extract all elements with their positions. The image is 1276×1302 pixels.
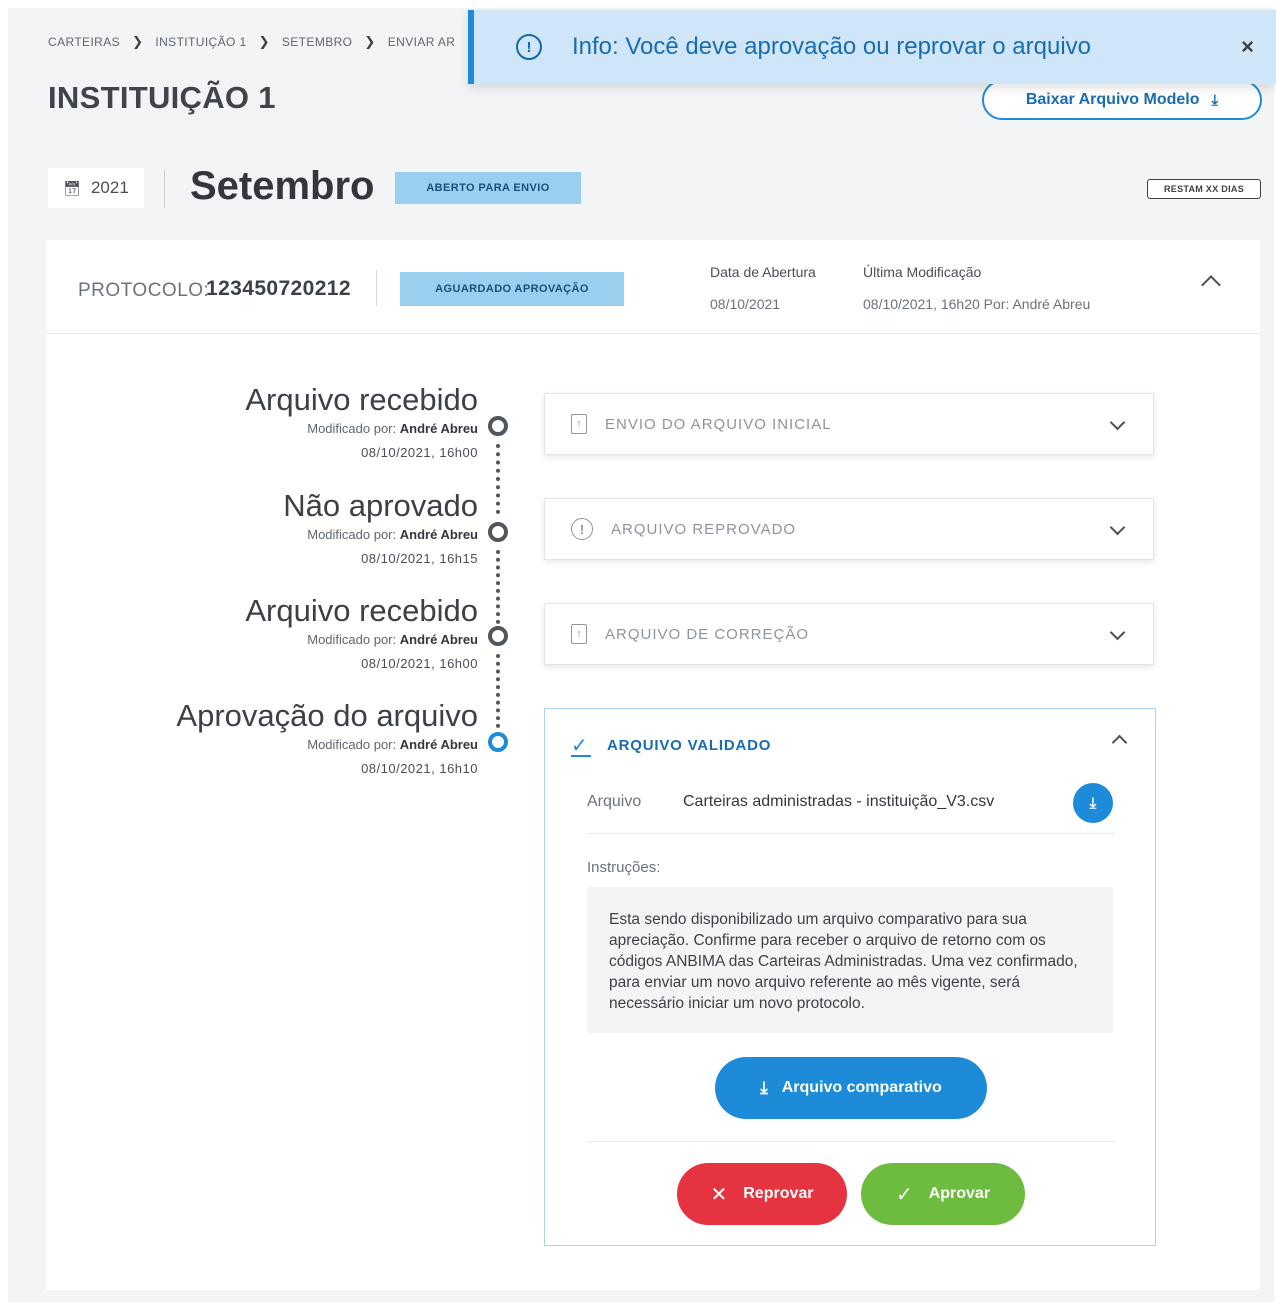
reject-button-label: Reprovar — [743, 1185, 814, 1202]
breadcrumb: CARTEIRAS ❯ INSTITUIÇÃO 1 ❯ SETEMBRO ❯ E… — [48, 34, 455, 50]
close-icon[interactable]: × — [1241, 34, 1254, 60]
timeline-modified-by: Modificado por: André Abreu — [307, 632, 478, 647]
timeline-item: Arquivo recebido Modificado por: André A… — [245, 382, 478, 460]
timeline-connector — [496, 550, 500, 624]
check-icon: ✓ — [895, 1183, 913, 1206]
chevron-up-icon[interactable] — [1111, 734, 1128, 751]
timeline-dot-active — [488, 732, 508, 752]
modified-label: Última Modificação — [863, 264, 982, 280]
instructions-text: Esta sendo disponibilizado um arquivo co… — [587, 887, 1113, 1033]
page-title: INSTITUIÇÃO 1 — [48, 80, 276, 115]
timeline-item: Aprovação do arquivo Modificado por: And… — [176, 698, 478, 776]
timeline-dot — [488, 416, 508, 436]
protocol-label: PROTOCOLO: — [78, 280, 210, 301]
divider — [587, 833, 1115, 834]
year-selector[interactable]: 📅︎ 2021 — [48, 168, 144, 208]
panel-label: ARQUIVO REPROVADO — [611, 520, 797, 538]
file-upload-icon: ↑ — [571, 624, 587, 644]
compare-file-button[interactable]: ⤓ Arquivo comparativo — [715, 1057, 987, 1119]
download-icon: ⤓ — [760, 1078, 768, 1097]
compare-button-label: Arquivo comparativo — [781, 1079, 942, 1096]
breadcrumb-enviar: ENVIAR AR — [387, 35, 456, 49]
modified-value: 08/10/2021, 16h20 Por: André Abreu — [863, 296, 1091, 312]
timeline-dot — [488, 522, 508, 542]
month-title: Setembro — [190, 164, 375, 208]
timeline-date: 08/10/2021, 16h00 — [361, 656, 478, 671]
info-icon: ! — [516, 34, 542, 60]
timeline-title: Não aprovado — [283, 488, 478, 523]
protocol-number: 123450720212 — [206, 277, 351, 300]
panel-validated-file: ✓ ARQUIVO VALIDADO Arquivo Carteiras adm… — [544, 708, 1156, 1246]
year-value: 2021 — [90, 178, 129, 197]
download-icon: ⤓ — [1089, 794, 1097, 812]
timeline-title: Arquivo recebido — [245, 382, 478, 417]
period-status-badge: ABERTO PARA ENVIO — [395, 172, 581, 204]
timeline-date: 08/10/2021, 16h10 — [361, 761, 478, 776]
calendar-icon: 📅︎ — [63, 179, 81, 196]
days-left-tag: RESTAM XX DIAS — [1147, 179, 1261, 199]
timeline-modified-by: Modificado por: André Abreu — [307, 527, 478, 542]
approve-button[interactable]: ✓ Aprovar — [861, 1163, 1025, 1225]
divider — [376, 270, 377, 306]
divider — [587, 1141, 1115, 1142]
chevron-right-icon: ❯ — [364, 34, 376, 49]
opened-date-label: Data de Abertura — [710, 264, 816, 280]
chevron-right-icon: ❯ — [258, 34, 270, 49]
file-upload-icon: ↑ — [571, 414, 587, 434]
instructions-label: Instruções: — [587, 859, 661, 876]
approve-button-label: Aprovar — [928, 1185, 991, 1202]
protocol-header[interactable]: PROTOCOLO: 123450720212 AGUARDADO APROVA… — [46, 240, 1260, 334]
timeline-connector — [496, 654, 500, 728]
toast-message: Info: Você deve aprovação ou reprovar o … — [572, 33, 1091, 60]
timeline-date: 08/10/2021, 16h15 — [361, 551, 478, 566]
reject-button[interactable]: ✕ Reprovar — [677, 1163, 847, 1225]
panel-initial-file[interactable]: ↑ ENVIO DO ARQUIVO INICIAL — [544, 393, 1154, 455]
panel-label: ENVIO DO ARQUIVO INICIAL — [605, 415, 832, 433]
file-name: Carteiras administradas - instituição_V3… — [683, 793, 995, 810]
chevron-right-icon: ❯ — [132, 34, 144, 49]
chevron-up-icon[interactable] — [1201, 275, 1221, 295]
info-toast: ! Info: Você deve aprovação ou reprovar … — [468, 10, 1276, 84]
timeline-title: Arquivo recebido — [245, 593, 478, 628]
alert-icon: ! — [571, 518, 593, 540]
check-underline — [571, 755, 591, 757]
divider — [164, 170, 165, 208]
timeline-modified-by: Modificado por: André Abreu — [307, 737, 478, 752]
timeline-connector — [496, 444, 500, 514]
download-icon: ⤓ — [1211, 91, 1219, 109]
timeline-dot — [488, 626, 508, 646]
panel-correction-file[interactable]: ↑ ARQUIVO DE CORREÇÃO — [544, 603, 1154, 665]
panel-rejected-file[interactable]: ! ARQUIVO REPROVADO — [544, 498, 1154, 560]
file-download-button[interactable]: ⤓ — [1073, 783, 1113, 823]
breadcrumb-carteiras[interactable]: CARTEIRAS — [48, 35, 120, 49]
breadcrumb-instituicao[interactable]: INSTITUIÇÃO 1 — [155, 35, 246, 49]
chevron-down-icon[interactable] — [1109, 519, 1126, 536]
file-label: Arquivo — [587, 793, 642, 810]
close-icon: ✕ — [710, 1183, 728, 1206]
opened-date-value: 08/10/2021 — [710, 296, 781, 312]
timeline-modified-by: Modificado por: André Abreu — [307, 421, 478, 436]
protocol-status-badge: AGUARDADO APROVAÇÃO — [400, 272, 624, 306]
download-model-label: Baixar Arquivo Modelo — [1025, 91, 1200, 108]
timeline-item: Não aprovado Modificado por: André Abreu… — [283, 488, 478, 566]
panel-label[interactable]: ARQUIVO VALIDADO — [607, 737, 771, 754]
panel-label: ARQUIVO DE CORREÇÃO — [605, 625, 810, 643]
download-model-button[interactable]: Baixar Arquivo Modelo ⤓ — [982, 80, 1262, 120]
breadcrumb-setembro[interactable]: SETEMBRO — [282, 35, 353, 49]
chevron-down-icon[interactable] — [1109, 624, 1126, 641]
timeline-item: Arquivo recebido Modificado por: André A… — [245, 593, 478, 671]
timeline-title: Aprovação do arquivo — [176, 698, 478, 733]
chevron-down-icon[interactable] — [1109, 414, 1126, 431]
timeline-date: 08/10/2021, 16h00 — [361, 445, 478, 460]
protocol-card: PROTOCOLO: 123450720212 AGUARDADO APROVA… — [46, 240, 1260, 1290]
